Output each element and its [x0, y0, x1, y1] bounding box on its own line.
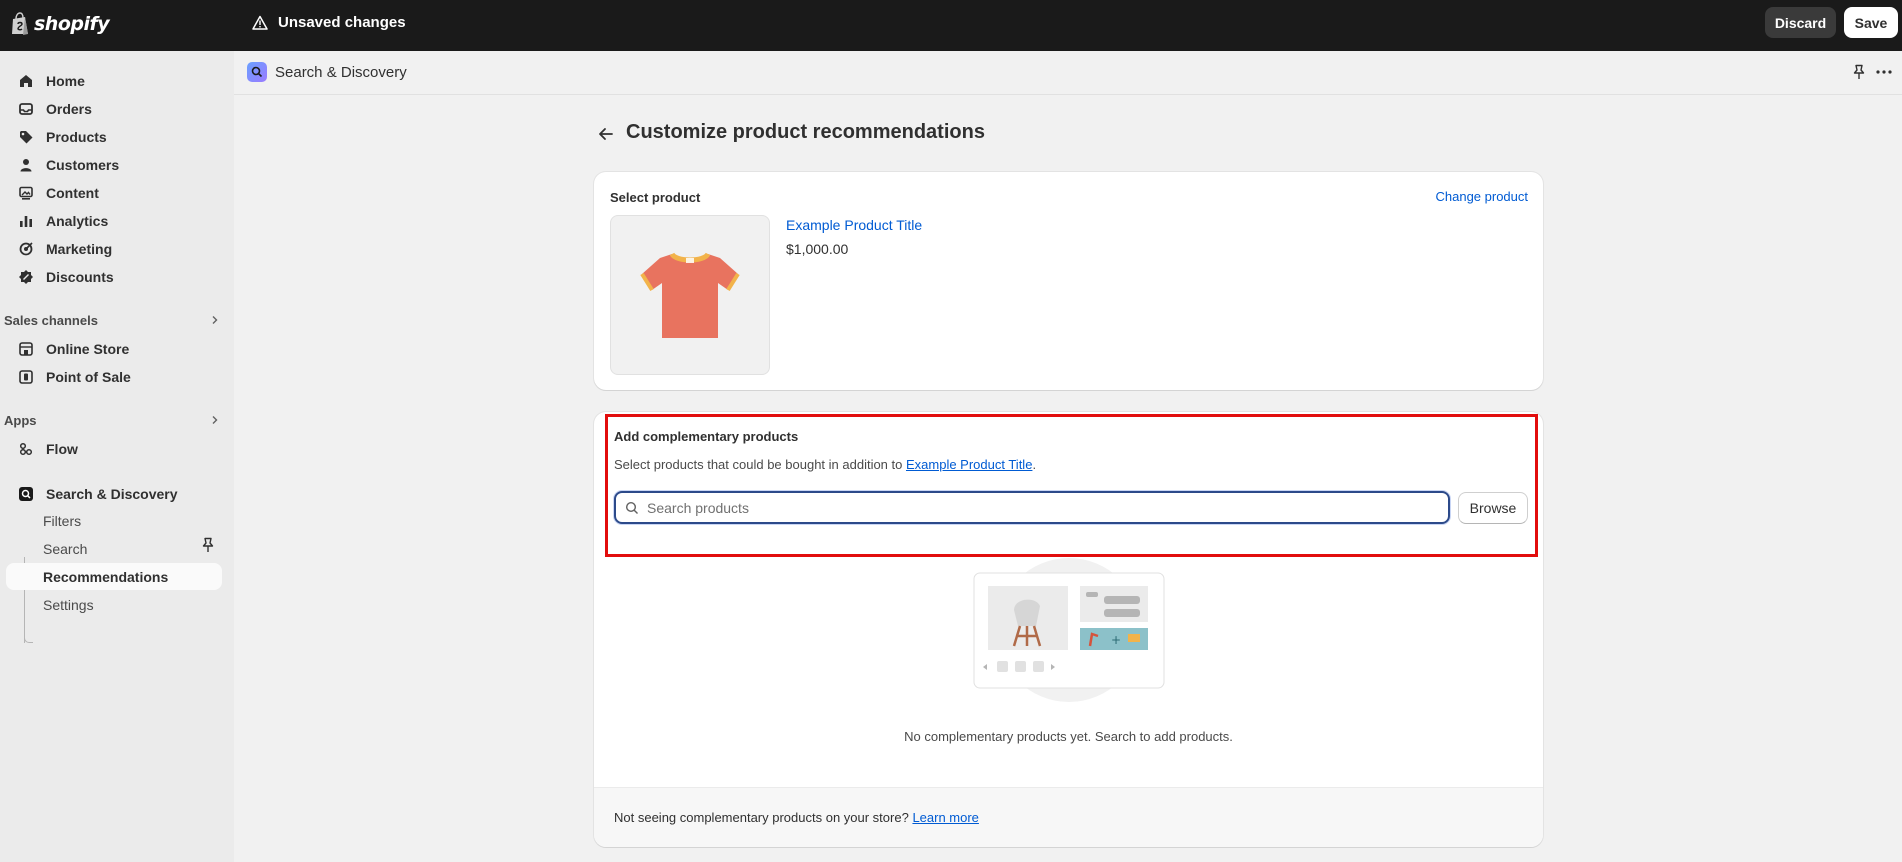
sidebar-item-label: Flow: [46, 441, 78, 457]
sidebar-item-search-discovery[interactable]: Search & Discovery: [6, 481, 222, 507]
app-bar: Search & Discovery: [234, 51, 1902, 95]
sidebar-item-point-of-sale[interactable]: Point of Sale: [6, 364, 222, 390]
sidebar-item-analytics[interactable]: Analytics: [6, 208, 222, 234]
flow-icon: [19, 442, 33, 456]
footer-text: Not seeing complementary products on you…: [614, 810, 979, 825]
sidebar-item-discounts[interactable]: Discounts: [6, 264, 222, 290]
sidebar-item-label: Customers: [46, 157, 120, 173]
sidebar-item-label: Products: [46, 129, 107, 145]
sidebar-item-label: Online Store: [46, 341, 130, 357]
search-icon: [251, 66, 263, 78]
top-bar: shopify Unsaved changes Discard Save: [0, 0, 1902, 51]
image-icon: [19, 186, 33, 200]
brand-name: shopify: [34, 13, 110, 35]
sidebar-item-label: Marketing: [46, 241, 113, 257]
page-title: Customize product recommendations: [626, 121, 985, 143]
card-footer: Not seeing complementary products on you…: [594, 787, 1543, 847]
sidebar-item-customers[interactable]: Customers: [6, 152, 222, 178]
sidebar-item-products[interactable]: Products: [6, 124, 222, 150]
pin-icon[interactable]: [1852, 64, 1866, 80]
shopify-logo[interactable]: shopify: [10, 12, 110, 36]
more-actions-icon[interactable]: [1875, 64, 1893, 80]
sales-channels-heading[interactable]: Sales channels: [4, 309, 220, 331]
unsaved-status: Unsaved changes: [252, 14, 406, 31]
store-icon: [19, 342, 33, 356]
learn-more-link[interactable]: Learn more: [912, 810, 978, 825]
apps-heading[interactable]: Apps: [4, 409, 220, 431]
inbox-icon: [19, 103, 33, 115]
sidebar-item-label: Search: [43, 540, 88, 557]
section-label: Sales channels: [4, 312, 98, 328]
sidebar-item-label: Recommendations: [43, 568, 169, 585]
product-thumbnail: [610, 215, 770, 375]
app-icon: [247, 62, 267, 82]
person-icon: [20, 159, 32, 172]
sidebar-item-label: Home: [46, 73, 85, 89]
t-shirt-icon: [640, 252, 740, 338]
discard-button[interactable]: Discard: [1765, 7, 1836, 38]
svg-text:+: +: [1111, 633, 1121, 647]
warning-icon: [252, 15, 268, 30]
unsaved-label: Unsaved changes: [278, 14, 406, 31]
sidebar-item-label: Discounts: [46, 269, 114, 285]
sidebar-subitem-recommendations[interactable]: Recommendations: [6, 563, 222, 590]
app-name: Search & Discovery: [275, 64, 407, 81]
sidebar-item-orders[interactable]: Orders: [6, 96, 222, 122]
tag-icon: [20, 131, 33, 144]
highlight-box: [605, 414, 1538, 557]
sidebar-item-label: Point of Sale: [46, 369, 131, 385]
sidebar-item-flow[interactable]: Flow: [6, 436, 222, 462]
change-product-link[interactable]: Change product: [1435, 189, 1528, 204]
card-title: Select product: [610, 190, 701, 205]
target-icon: [19, 242, 33, 256]
sidebar-item-online-store[interactable]: Online Store: [6, 336, 222, 362]
sidebar-subitem-settings[interactable]: Settings: [6, 591, 222, 618]
sidebar-item-label: Search & Discovery: [46, 486, 178, 502]
sidebar-item-label: Content: [46, 185, 99, 201]
shopify-bag-icon: [12, 12, 28, 35]
empty-state-illustration: +: [973, 558, 1165, 702]
select-product-card: Select product Change product Example Pr…: [594, 172, 1543, 390]
sidebar-subitem-search[interactable]: Search: [6, 535, 222, 562]
sidebar-item-label: Orders: [46, 101, 92, 117]
footer-prefix: Not seeing complementary products on you…: [614, 810, 913, 825]
home-icon: [20, 75, 32, 87]
sidebar-item-home[interactable]: Home: [6, 68, 222, 94]
product-price: $1,000.00: [786, 241, 849, 257]
sidebar-item-label: Analytics: [46, 213, 109, 229]
product-title-link[interactable]: Example Product Title: [786, 217, 922, 233]
sidebar-subitem-filters[interactable]: Filters: [6, 507, 222, 534]
tree-elbow: [24, 627, 33, 643]
section-label: Apps: [4, 412, 37, 428]
save-button[interactable]: Save: [1844, 7, 1898, 38]
chevron-right-icon: [212, 416, 218, 424]
pos-icon: [19, 370, 33, 384]
empty-state-text: No complementary products yet. Search to…: [904, 729, 1233, 744]
sidebar-item-label: Settings: [43, 596, 94, 613]
chevron-right-icon: [212, 316, 218, 324]
sidebar-item-marketing[interactable]: Marketing: [6, 236, 222, 262]
bar-chart-icon: [20, 216, 32, 227]
search-discovery-icon: [19, 487, 33, 501]
back-arrow-icon[interactable]: [596, 124, 616, 144]
sidebar-item-label: Filters: [43, 512, 82, 529]
sidebar: Home Orders Products Customers Content A…: [0, 51, 234, 862]
sidebar-item-content[interactable]: Content: [6, 180, 222, 206]
discount-icon: [19, 270, 33, 284]
